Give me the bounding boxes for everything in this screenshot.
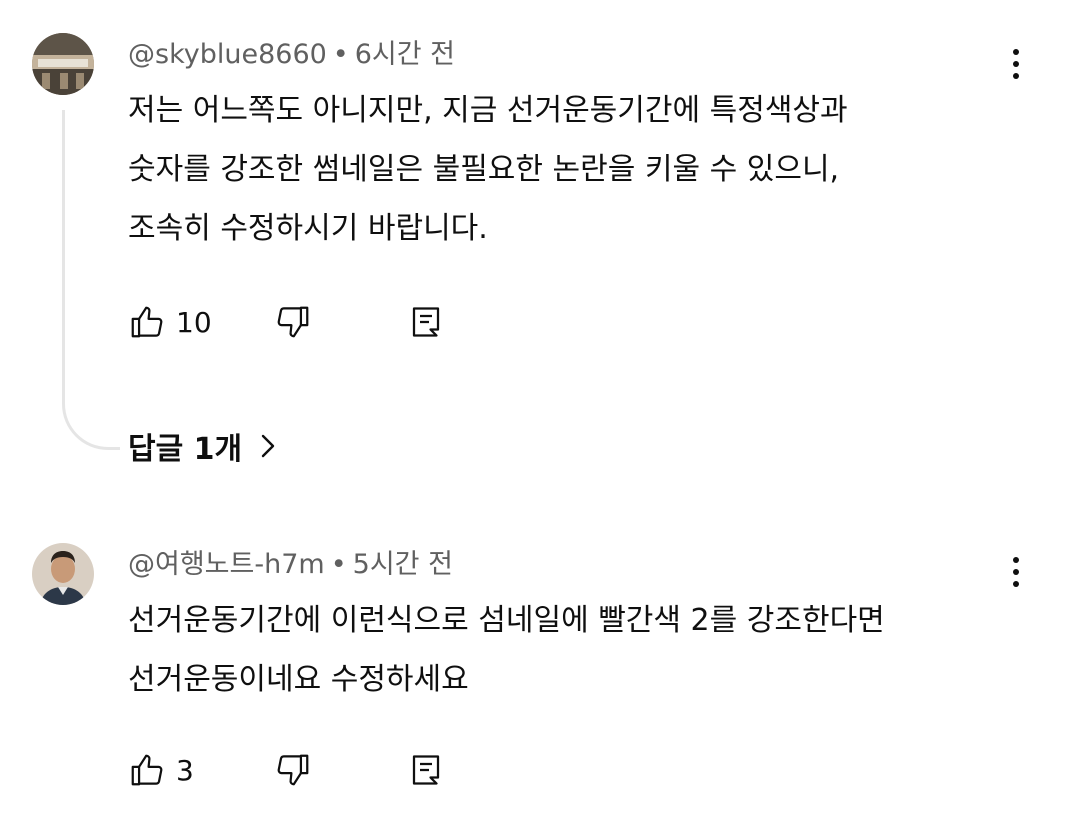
dislike-button[interactable] <box>274 748 312 792</box>
avatar[interactable] <box>32 543 94 605</box>
reply-button[interactable] <box>408 748 444 792</box>
comment-actions: 3 <box>128 748 528 792</box>
reply-icon <box>412 755 440 785</box>
like-button[interactable]: 3 <box>128 748 194 792</box>
separator-dot: • <box>330 549 347 580</box>
timestamp[interactable]: 5시간 전 <box>353 549 453 580</box>
like-icon <box>131 754 163 786</box>
dislike-icon <box>277 754 309 786</box>
like-count: 3 <box>176 753 194 787</box>
comment-line: 선거운동기간에 이런식으로 섬네일에 빨간색 2를 강조한다면 <box>128 603 885 638</box>
comment-line: 선거운동이네요 수정하세요 <box>128 662 469 697</box>
comment-text: 선거운동기간에 이런식으로 섬네일에 빨간색 2를 강조한다면 선거운동이네요 … <box>128 591 885 709</box>
comment-meta: @여행노트-h7m • 5시간 전 <box>128 547 453 583</box>
author-name[interactable]: @여행노트-h7m <box>128 549 325 580</box>
more-icon[interactable] <box>1000 550 1032 594</box>
comment-2: @여행노트-h7m • 5시간 전 선거운동기간에 이런식으로 섬네일에 빨간색 2… <box>0 0 1079 830</box>
